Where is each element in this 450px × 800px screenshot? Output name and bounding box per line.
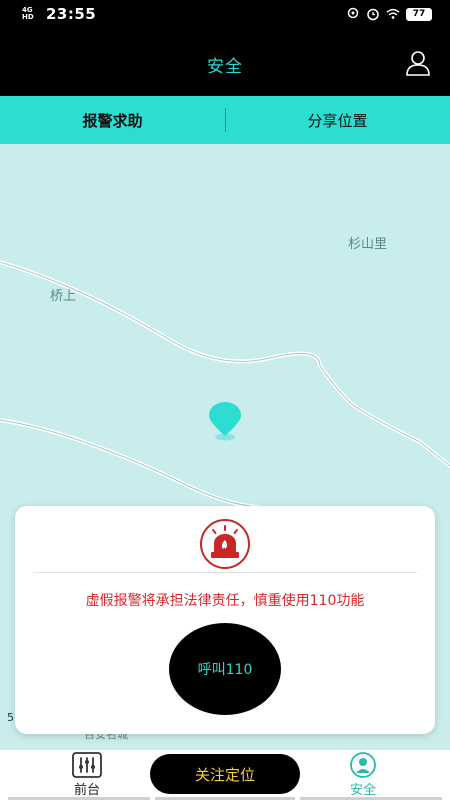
tab-share-location[interactable]: 分享位置	[225, 96, 450, 144]
network-indicator: 4G HD	[22, 6, 34, 21]
location-marker-icon[interactable]	[208, 402, 242, 442]
sliders-icon	[72, 752, 102, 778]
place-label-qiaoshang: 桥上	[50, 289, 77, 304]
app-header: 安全	[0, 30, 450, 96]
dialog-divider	[33, 572, 417, 573]
bottom-nav: 前台 关注定位 安全	[0, 750, 450, 800]
alarm-clock-icon	[367, 8, 379, 21]
place-label-shanshanli: 杉山里	[348, 237, 388, 252]
wifi-icon	[386, 8, 400, 19]
police-siren-icon	[200, 519, 250, 569]
clock: 23:55	[46, 5, 97, 23]
nav-front-label: 前台	[73, 783, 100, 798]
tab-bar: 报警求助 分享位置	[0, 96, 450, 144]
nav-front-desk[interactable]: 前台	[42, 750, 132, 800]
page-title: 安全	[207, 57, 243, 77]
battery-indicator: 77	[406, 7, 432, 21]
tab-divider	[225, 108, 226, 132]
call-110-button[interactable]: 呼叫110	[169, 623, 281, 715]
tab-alarm-help[interactable]: 报警求助	[0, 96, 225, 144]
legal-warning-text: 虚假报警将承担法律责任，慎重使用110功能	[85, 593, 365, 609]
map-scale: 5	[7, 711, 14, 724]
nav-safety[interactable]: 安全	[318, 750, 408, 800]
nav-safety-label: 安全	[349, 783, 376, 798]
user-profile-icon[interactable]	[404, 49, 432, 77]
follow-location-button[interactable]: 关注定位	[150, 754, 300, 794]
emergency-dialog: 虚假报警将承担法律责任，慎重使用110功能 呼叫110	[15, 506, 435, 734]
safety-shield-icon	[350, 752, 376, 778]
status-bar: 4G HD 23:55 77	[0, 0, 450, 30]
location-status-icon	[347, 7, 359, 19]
